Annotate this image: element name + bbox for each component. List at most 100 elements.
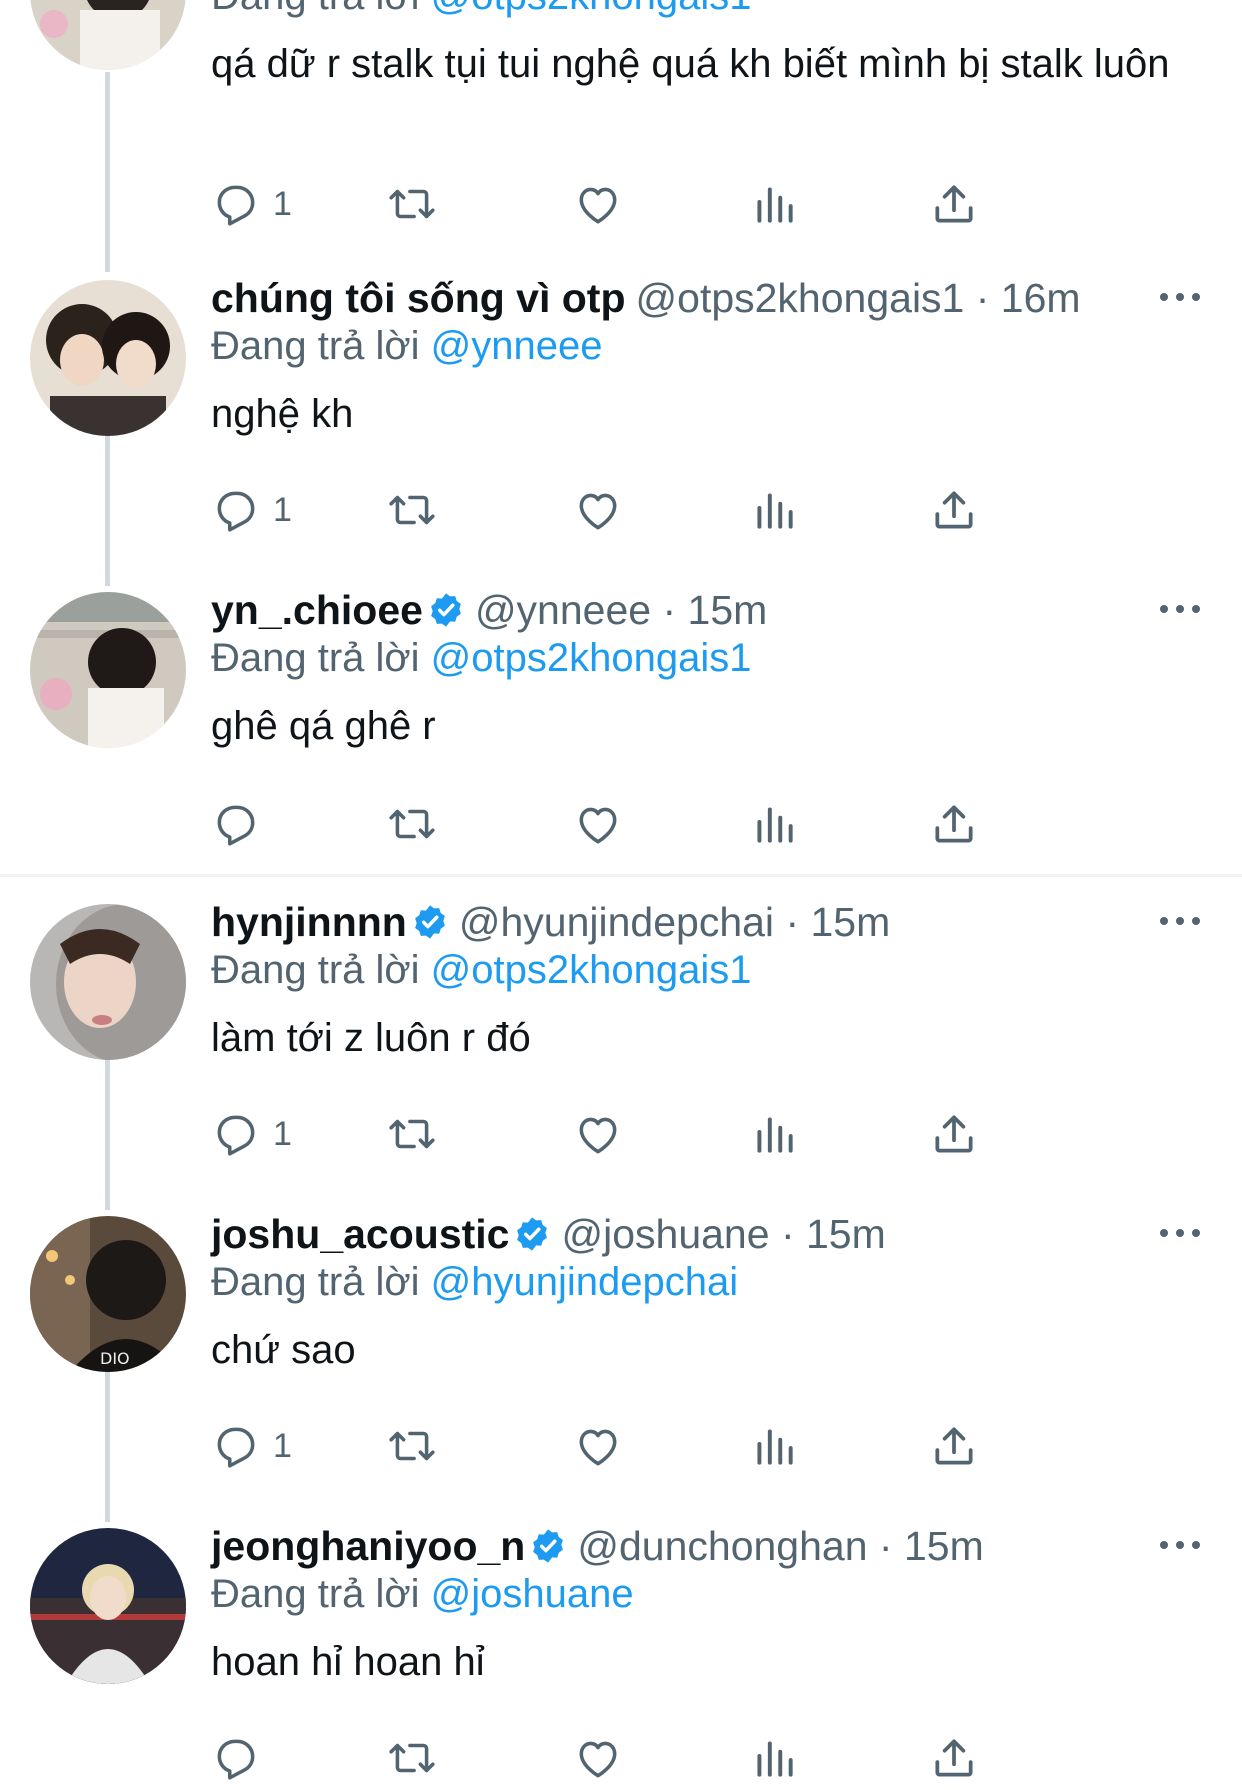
tweet-header: hynjinnnn @hyunjindepchai · 15m — [211, 896, 890, 948]
reply-button[interactable] — [211, 794, 273, 854]
reply-button[interactable]: 1 — [211, 1104, 292, 1164]
retweet-icon — [389, 1743, 435, 1773]
display-name[interactable]: chúng tôi sống vì otp — [211, 275, 626, 321]
share-button[interactable] — [929, 174, 979, 234]
heart-icon — [579, 493, 617, 530]
tweet[interactable]: jeonghaniyoo_n @dunchonghan · 15m Đang tr… — [0, 1520, 1242, 1790]
share-button[interactable] — [929, 1104, 979, 1164]
mention-link[interactable]: @otps2khongais1 — [431, 0, 752, 18]
retweet-icon — [389, 495, 435, 525]
views-icon — [757, 493, 793, 529]
reply-icon — [217, 1739, 255, 1780]
reply-prefix: Đang trả lời — [211, 1572, 420, 1616]
user-handle[interactable]: @dunchonghan — [577, 1523, 867, 1569]
mention-link[interactable]: @joshuane — [431, 1572, 634, 1616]
user-handle[interactable]: @joshuane — [561, 1211, 769, 1257]
views-button[interactable] — [749, 794, 799, 854]
tweet[interactable]: Đang trả lời @otps2khongais1 qá dữ r sta… — [0, 0, 1242, 270]
avatar[interactable] — [30, 1528, 186, 1684]
timestamp[interactable]: · 15m — [785, 899, 890, 945]
user-handle[interactable]: @otps2khongais1 — [636, 275, 965, 321]
tweet[interactable]: DIO joshu_acoustic @joshuane · 15m Đang t… — [0, 1208, 1242, 1518]
more-options-button[interactable] — [1158, 1530, 1202, 1560]
heart-icon — [579, 187, 617, 224]
display-name[interactable]: yn_.chioee — [211, 587, 423, 633]
retweet-button[interactable] — [387, 1416, 437, 1476]
reply-prefix: Đang trả lời — [211, 1260, 420, 1304]
more-options-button[interactable] — [1158, 594, 1202, 624]
avatar[interactable] — [30, 592, 186, 748]
retweet-button[interactable] — [387, 1104, 437, 1164]
reply-button[interactable]: 1 — [211, 174, 292, 234]
verified-badge-icon — [517, 1217, 548, 1251]
action-bar: 1 — [211, 1416, 1111, 1476]
more-icon — [1160, 917, 1200, 925]
retweet-button[interactable] — [387, 794, 437, 854]
retweet-button[interactable] — [387, 480, 437, 540]
like-button[interactable] — [573, 1728, 623, 1788]
reply-icon — [217, 491, 255, 532]
mention-link[interactable]: @hyunjindepchai — [431, 1260, 738, 1304]
reply-context: Đang trả lời @ynneee — [211, 320, 603, 372]
timestamp[interactable]: · 16m — [976, 275, 1081, 321]
share-icon — [935, 1427, 973, 1465]
reply-count: 1 — [273, 1114, 292, 1153]
mention-link[interactable]: @otps2khongais1 — [431, 948, 752, 992]
more-options-button[interactable] — [1158, 282, 1202, 312]
avatar[interactable] — [30, 280, 186, 436]
reply-prefix: Đang trả lời — [211, 948, 420, 992]
timestamp[interactable]: · 15m — [781, 1211, 886, 1257]
like-button[interactable] — [573, 794, 623, 854]
reply-button[interactable]: 1 — [211, 480, 292, 540]
reply-button[interactable] — [211, 1728, 273, 1788]
tweet[interactable]: hynjinnnn @hyunjindepchai · 15m Đang trả … — [0, 896, 1242, 1206]
retweet-button[interactable] — [387, 174, 437, 234]
display-name[interactable]: jeonghaniyoo_n — [211, 1523, 525, 1569]
reply-count: 1 — [273, 1426, 292, 1465]
share-button[interactable] — [929, 1416, 979, 1476]
views-button[interactable] — [749, 1728, 799, 1788]
views-icon — [757, 1429, 793, 1465]
share-button[interactable] — [929, 1728, 979, 1788]
reply-button[interactable]: 1 — [211, 1416, 292, 1476]
views-button[interactable] — [749, 1104, 799, 1164]
retweet-button[interactable] — [387, 1728, 437, 1788]
avatar[interactable] — [30, 904, 186, 1060]
timestamp[interactable]: · 15m — [879, 1523, 984, 1569]
views-button[interactable] — [749, 1416, 799, 1476]
share-button[interactable] — [929, 794, 979, 854]
tweet-text: qá dữ r stalk tụi tui nghệ quá kh biết m… — [211, 42, 1170, 86]
more-options-button[interactable] — [1158, 1218, 1202, 1248]
tweet-header: chúng tôi sống vì otp @otps2khongais1 · 1… — [211, 272, 1081, 324]
tweet-header: yn_.chioee @ynneee · 15m — [211, 584, 767, 636]
action-bar — [211, 1728, 1111, 1788]
tweet[interactable]: chúng tôi sống vì otp @otps2khongais1 · 1… — [0, 272, 1242, 582]
tweet-text: làm tới z luôn r đó — [211, 1016, 531, 1060]
avatar[interactable]: DIO — [30, 1216, 186, 1372]
tweet[interactable]: yn_.chioee @ynneee · 15m Đang trả lời @ot… — [0, 584, 1242, 874]
mention-link[interactable]: @ynneee — [431, 324, 603, 368]
like-button[interactable] — [573, 1104, 623, 1164]
like-button[interactable] — [573, 174, 623, 234]
user-handle[interactable]: @hyunjindepchai — [459, 899, 774, 945]
views-icon — [757, 807, 793, 843]
more-options-button[interactable] — [1158, 906, 1202, 936]
mention-link[interactable]: @otps2khongais1 — [431, 636, 752, 680]
share-icon — [935, 1739, 973, 1777]
views-button[interactable] — [749, 174, 799, 234]
heart-icon — [579, 1741, 617, 1778]
display-name[interactable]: hynjinnnn — [211, 899, 407, 945]
reply-prefix: Đang trả lời — [211, 636, 420, 680]
like-button[interactable] — [573, 1416, 623, 1476]
views-button[interactable] — [749, 480, 799, 540]
user-handle[interactable]: @ynneee — [475, 587, 651, 633]
tweet-text: ghê qá ghê r — [211, 704, 436, 748]
share-button[interactable] — [929, 480, 979, 540]
reply-prefix: Đang trả lời — [211, 0, 420, 18]
tweet-header: jeonghaniyoo_n @dunchonghan · 15m — [211, 1520, 984, 1572]
display-name[interactable]: joshu_acoustic — [211, 1211, 509, 1257]
like-button[interactable] — [573, 480, 623, 540]
avatar[interactable] — [30, 0, 186, 70]
views-icon — [757, 187, 793, 223]
timestamp[interactable]: · 15m — [662, 587, 767, 633]
